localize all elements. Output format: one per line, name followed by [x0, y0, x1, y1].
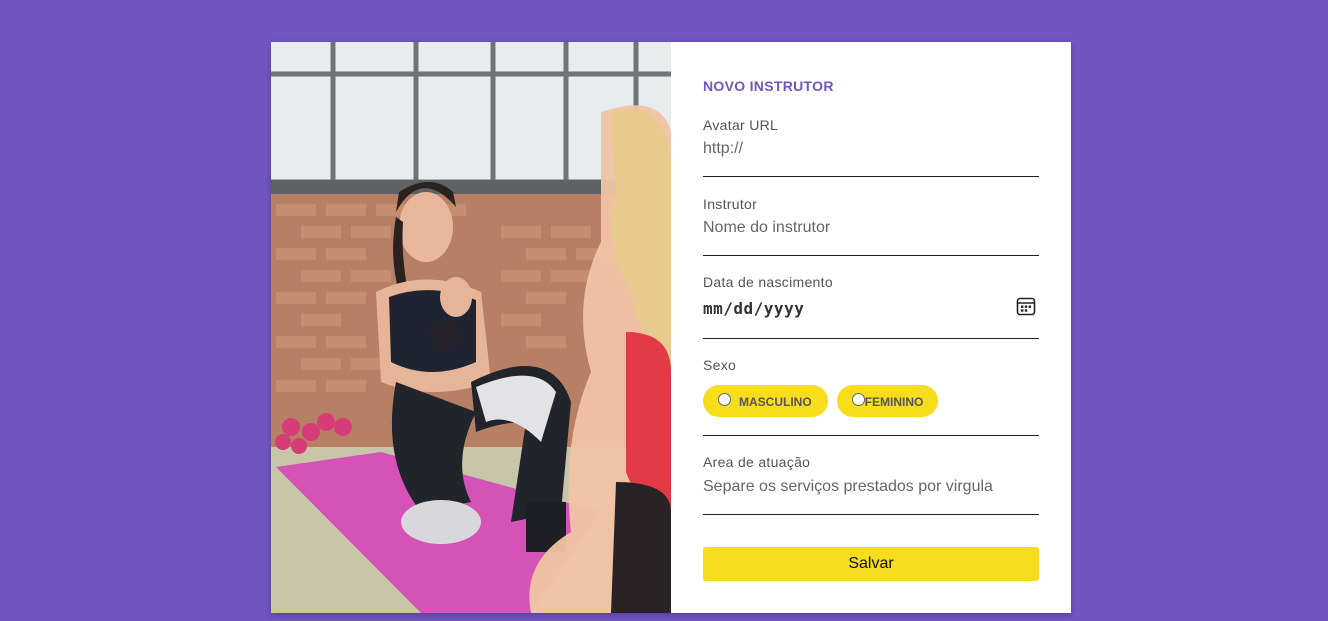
instructor-form: NOVO INSTRUTOR Avatar URL Instrutor Data…	[671, 42, 1071, 613]
radio-circle[interactable]	[718, 392, 731, 406]
instrutor-input[interactable]	[703, 219, 1039, 237]
birthdate-field: Data de nascimento mm/dd/yyyy	[703, 274, 1039, 339]
calendar-icon[interactable]	[1016, 296, 1036, 316]
instrutor-label: Instrutor	[703, 196, 758, 212]
avatar-url-input[interactable]	[703, 140, 1039, 158]
area-field: Area de atuação	[703, 454, 1039, 515]
radio-circle[interactable]	[851, 392, 865, 406]
radio-masculino-label: MASCULINO	[739, 395, 812, 409]
sexo-field: Sexo MASCULINO FEMININO	[703, 357, 1039, 436]
birthdate-input[interactable]: mm/dd/yyyy	[703, 299, 1039, 318]
instrutor-field: Instrutor	[703, 196, 1039, 256]
save-button[interactable]: Salvar	[703, 547, 1039, 581]
form-title: NOVO INSTRUTOR	[703, 78, 834, 94]
sexo-label: Sexo	[703, 357, 737, 373]
avatar-url-field: Avatar URL	[703, 117, 1039, 177]
birthdate-label: Data de nascimento	[703, 274, 833, 290]
avatar-url-label: Avatar URL	[703, 117, 779, 133]
radio-feminino-label: FEMININO	[864, 395, 924, 409]
radio-masculino[interactable]: MASCULINO	[703, 385, 828, 417]
sexo-radio-group: MASCULINO FEMININO	[703, 385, 1039, 417]
radio-feminino[interactable]: FEMININO	[836, 385, 939, 417]
fitness-photo	[271, 42, 671, 613]
instructor-card: NOVO INSTRUTOR Avatar URL Instrutor Data…	[271, 42, 1071, 613]
fitness-photo-illustration	[271, 42, 671, 613]
area-input[interactable]	[703, 478, 1039, 496]
area-label: Area de atuação	[703, 454, 811, 470]
